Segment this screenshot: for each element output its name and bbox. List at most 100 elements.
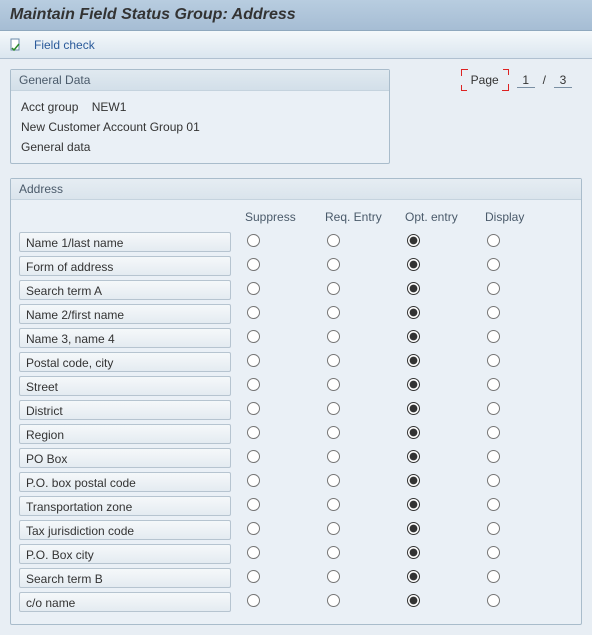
status-radio[interactable] xyxy=(247,258,260,271)
status-radio[interactable] xyxy=(247,426,260,439)
status-radio[interactable] xyxy=(487,234,500,247)
status-radio[interactable] xyxy=(487,594,500,607)
status-radio[interactable] xyxy=(407,498,420,511)
table-row: c/o name xyxy=(19,590,573,614)
status-radio[interactable] xyxy=(247,282,260,295)
status-radio[interactable] xyxy=(247,378,260,391)
status-radio[interactable] xyxy=(327,282,340,295)
status-radio[interactable] xyxy=(407,282,420,295)
status-radio[interactable] xyxy=(487,258,500,271)
field-label: P.O. Box city xyxy=(19,544,231,564)
document-check-icon[interactable] xyxy=(8,37,24,53)
table-row: Postal code, city xyxy=(19,350,573,374)
table-row: Tax jurisdiction code xyxy=(19,518,573,542)
field-label: Form of address xyxy=(19,256,231,276)
col-opt-entry: Opt. entry xyxy=(399,210,479,224)
status-radio[interactable] xyxy=(407,426,420,439)
status-radio[interactable] xyxy=(327,450,340,463)
col-suppress: Suppress xyxy=(239,210,319,224)
table-row: PO Box xyxy=(19,446,573,470)
status-radio[interactable] xyxy=(327,378,340,391)
page-sep: / xyxy=(543,73,546,87)
status-radio[interactable] xyxy=(327,474,340,487)
table-row: Search term A xyxy=(19,278,573,302)
status-radio[interactable] xyxy=(407,402,420,415)
status-radio[interactable] xyxy=(407,258,420,271)
address-title: Address xyxy=(11,179,581,200)
status-radio[interactable] xyxy=(407,546,420,559)
status-radio[interactable] xyxy=(487,570,500,583)
status-radio[interactable] xyxy=(487,450,500,463)
field-label: Tax jurisdiction code xyxy=(19,520,231,540)
table-row: P.O. box postal code xyxy=(19,470,573,494)
status-radio[interactable] xyxy=(487,354,500,367)
status-radio[interactable] xyxy=(407,450,420,463)
status-radio[interactable] xyxy=(407,570,420,583)
status-radio[interactable] xyxy=(327,570,340,583)
status-radio[interactable] xyxy=(247,570,260,583)
status-radio[interactable] xyxy=(487,498,500,511)
status-radio[interactable] xyxy=(247,354,260,367)
status-radio[interactable] xyxy=(247,594,260,607)
status-radio[interactable] xyxy=(247,522,260,535)
status-radio[interactable] xyxy=(407,330,420,343)
status-radio[interactable] xyxy=(487,306,500,319)
field-check-link[interactable]: Field check xyxy=(30,36,99,54)
status-radio[interactable] xyxy=(327,306,340,319)
status-radio[interactable] xyxy=(407,306,420,319)
status-radio[interactable] xyxy=(327,354,340,367)
status-radio[interactable] xyxy=(247,402,260,415)
status-radio[interactable] xyxy=(247,450,260,463)
table-row: Name 1/last name xyxy=(19,230,573,254)
field-label: Region xyxy=(19,424,231,444)
field-label: PO Box xyxy=(19,448,231,468)
col-req-entry: Req. Entry xyxy=(319,210,399,224)
status-radio[interactable] xyxy=(487,402,500,415)
col-display: Display xyxy=(479,210,549,224)
status-radio[interactable] xyxy=(407,594,420,607)
status-radio[interactable] xyxy=(487,546,500,559)
field-label: Postal code, city xyxy=(19,352,231,372)
table-row: Name 2/first name xyxy=(19,302,573,326)
status-radio[interactable] xyxy=(247,498,260,511)
field-label: Search term A xyxy=(19,280,231,300)
field-label: Name 2/first name xyxy=(19,304,231,324)
status-radio[interactable] xyxy=(327,522,340,535)
general-line-3: General data xyxy=(21,137,379,157)
table-row: P.O. Box city xyxy=(19,542,573,566)
status-radio[interactable] xyxy=(247,330,260,343)
status-radio[interactable] xyxy=(327,594,340,607)
status-radio[interactable] xyxy=(327,258,340,271)
status-radio[interactable] xyxy=(407,474,420,487)
status-radio[interactable] xyxy=(247,546,260,559)
status-radio[interactable] xyxy=(247,306,260,319)
table-row: Form of address xyxy=(19,254,573,278)
status-radio[interactable] xyxy=(327,234,340,247)
status-radio[interactable] xyxy=(327,426,340,439)
status-radio[interactable] xyxy=(247,234,260,247)
field-label: Name 3, name 4 xyxy=(19,328,231,348)
page-current: 1 xyxy=(517,73,535,88)
status-radio[interactable] xyxy=(487,474,500,487)
status-radio[interactable] xyxy=(487,522,500,535)
field-label: Street xyxy=(19,376,231,396)
table-row: Name 3, name 4 xyxy=(19,326,573,350)
field-label: Transportation zone xyxy=(19,496,231,516)
status-radio[interactable] xyxy=(487,282,500,295)
status-radio[interactable] xyxy=(327,546,340,559)
status-radio[interactable] xyxy=(407,354,420,367)
status-radio[interactable] xyxy=(487,378,500,391)
status-radio[interactable] xyxy=(407,234,420,247)
status-radio[interactable] xyxy=(327,330,340,343)
field-label: c/o name xyxy=(19,592,231,612)
status-radio[interactable] xyxy=(407,522,420,535)
general-data-title: General Data xyxy=(11,70,389,91)
status-radio[interactable] xyxy=(407,378,420,391)
status-radio[interactable] xyxy=(487,330,500,343)
acct-group-value: NEW1 xyxy=(92,100,127,114)
status-radio[interactable] xyxy=(247,474,260,487)
status-radio[interactable] xyxy=(327,402,340,415)
status-radio[interactable] xyxy=(327,498,340,511)
status-radio[interactable] xyxy=(487,426,500,439)
table-row: Region xyxy=(19,422,573,446)
